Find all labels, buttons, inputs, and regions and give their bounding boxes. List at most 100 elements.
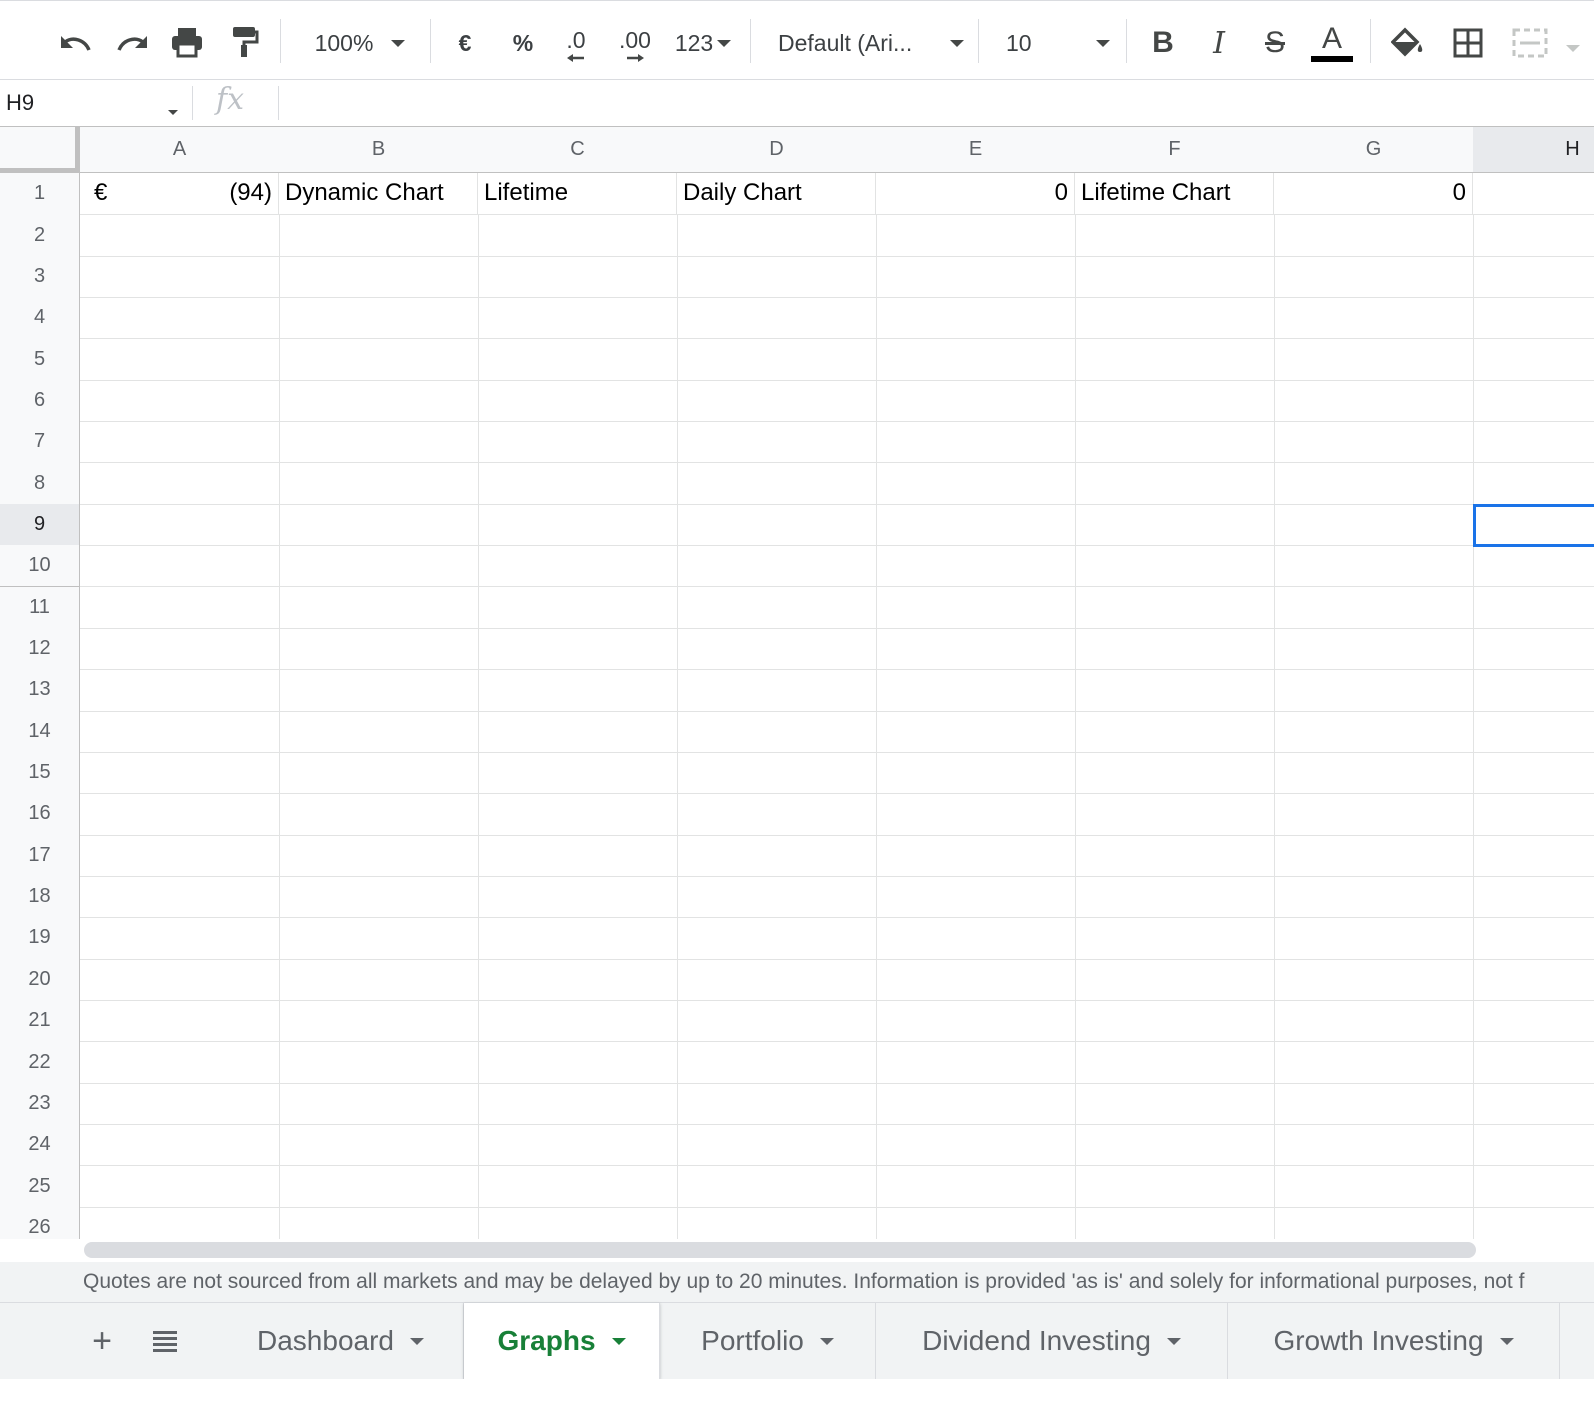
cell-A19[interactable]: [80, 917, 280, 960]
add-sheet-button[interactable]: +: [82, 1321, 122, 1361]
cell-D13[interactable]: [677, 669, 877, 712]
cell-E25[interactable]: [876, 1165, 1076, 1208]
cell-B2[interactable]: [279, 214, 479, 257]
row-header-25[interactable]: 25: [0, 1165, 80, 1208]
column-header-H[interactable]: H: [1473, 127, 1594, 173]
cell-C11[interactable]: [478, 586, 678, 629]
cell-C2[interactable]: [478, 214, 678, 257]
cell-A1[interactable]: € (94): [80, 173, 279, 215]
cell-H8[interactable]: [1473, 462, 1594, 505]
cell-A22[interactable]: [80, 1041, 280, 1084]
cell-D9[interactable]: [677, 503, 877, 547]
cell-D3[interactable]: [677, 255, 877, 299]
cell-F5[interactable]: [1075, 338, 1275, 381]
cell-F2[interactable]: [1075, 214, 1275, 257]
cell-A10[interactable]: [80, 545, 280, 588]
cell-H2[interactable]: [1473, 214, 1594, 257]
cell-B3[interactable]: [279, 255, 479, 299]
cell-C7[interactable]: [478, 421, 678, 464]
cell-D6[interactable]: [677, 379, 877, 423]
cell-C17[interactable]: [478, 834, 678, 877]
cell-D24[interactable]: [677, 1124, 877, 1167]
cell-H15[interactable]: [1473, 752, 1594, 795]
row-header-23[interactable]: 23: [0, 1082, 80, 1126]
cell-B19[interactable]: [279, 917, 479, 960]
cell-D4[interactable]: [677, 297, 877, 340]
cell-H25[interactable]: [1473, 1165, 1594, 1208]
row-header-5[interactable]: 5: [0, 338, 80, 381]
strikethrough-button[interactable]: S: [1256, 23, 1294, 63]
all-sheets-menu-icon[interactable]: [145, 1321, 185, 1361]
font-family-select[interactable]: Default (Ari...: [778, 23, 964, 63]
cell-G24[interactable]: [1274, 1124, 1474, 1167]
cell-E21[interactable]: [876, 1000, 1076, 1043]
cell-A25[interactable]: [80, 1165, 280, 1208]
cell-B25[interactable]: [279, 1165, 479, 1208]
cell-F12[interactable]: [1075, 627, 1275, 671]
row-header-26[interactable]: 26: [0, 1206, 80, 1239]
column-header-C[interactable]: C: [478, 127, 678, 173]
chevron-down-icon[interactable]: [611, 1337, 626, 1345]
cell-E11[interactable]: [876, 586, 1076, 629]
cell-C16[interactable]: [478, 793, 678, 836]
fill-color-icon[interactable]: [1388, 21, 1428, 63]
cell-B6[interactable]: [279, 379, 479, 423]
sheet-tab-dividend-investing[interactable]: Dividend Investing: [876, 1303, 1228, 1379]
cell-H7[interactable]: [1473, 421, 1594, 464]
sheet-tab-growth-investing[interactable]: Growth Investing: [1228, 1303, 1560, 1379]
cell-D18[interactable]: [677, 875, 877, 919]
cell-H12[interactable]: [1473, 628, 1594, 671]
cell-A18[interactable]: [80, 875, 280, 919]
redo-icon[interactable]: [112, 23, 152, 63]
cell-G20[interactable]: [1274, 958, 1474, 1001]
cell-G4[interactable]: [1274, 297, 1474, 340]
cell-D5[interactable]: [677, 338, 877, 381]
cell-E17[interactable]: [876, 834, 1076, 877]
name-box-dropdown-icon[interactable]: [168, 102, 178, 120]
cell-D7[interactable]: [677, 421, 877, 464]
cell-F24[interactable]: [1075, 1124, 1275, 1167]
row-header-12[interactable]: 12: [0, 627, 80, 671]
cell-E5[interactable]: [876, 338, 1076, 381]
zoom-select[interactable]: 100%: [300, 23, 420, 63]
cell-B4[interactable]: [279, 297, 479, 340]
cell-F17[interactable]: [1075, 834, 1275, 877]
cell-H23[interactable]: [1473, 1083, 1594, 1126]
cell-B23[interactable]: [279, 1082, 479, 1126]
cell-C4[interactable]: [478, 297, 678, 340]
row-header-14[interactable]: 14: [0, 710, 80, 753]
cell-G22[interactable]: [1274, 1041, 1474, 1084]
cell-C20[interactable]: [478, 958, 678, 1001]
cell-F8[interactable]: [1075, 462, 1275, 505]
cell-C26[interactable]: [478, 1206, 678, 1239]
row-header-9[interactable]: 9: [0, 503, 80, 547]
cell-F19[interactable]: [1075, 917, 1275, 960]
cell-H16[interactable]: [1473, 793, 1594, 836]
cell-G1[interactable]: 0: [1274, 173, 1473, 215]
cell-B20[interactable]: [279, 958, 479, 1001]
row-header-3[interactable]: 3: [0, 255, 80, 299]
column-header-G[interactable]: G: [1274, 127, 1474, 173]
cell-E19[interactable]: [876, 917, 1076, 960]
cell-B14[interactable]: [279, 710, 479, 753]
name-box[interactable]: H9: [6, 90, 34, 116]
cell-A15[interactable]: [80, 751, 280, 795]
cell-A9[interactable]: [80, 503, 280, 547]
cell-B16[interactable]: [279, 793, 479, 836]
cell-G21[interactable]: [1274, 1000, 1474, 1043]
row-header-7[interactable]: 7: [0, 421, 80, 464]
formula-input[interactable]: [290, 86, 1584, 122]
row-header-10[interactable]: 10: [0, 545, 80, 588]
cell-C24[interactable]: [478, 1124, 678, 1167]
cell-G23[interactable]: [1274, 1082, 1474, 1126]
cell-B1[interactable]: Dynamic Chart: [279, 173, 478, 215]
cell-B18[interactable]: [279, 875, 479, 919]
cell-F22[interactable]: [1075, 1041, 1275, 1084]
row-header-20[interactable]: 20: [0, 958, 80, 1001]
cell-C21[interactable]: [478, 1000, 678, 1043]
cell-F20[interactable]: [1075, 958, 1275, 1001]
column-header-B[interactable]: B: [279, 127, 479, 173]
cell-H9[interactable]: [1473, 504, 1594, 547]
cell-G6[interactable]: [1274, 379, 1474, 423]
decrease-decimals-button[interactable]: .0: [556, 23, 596, 67]
